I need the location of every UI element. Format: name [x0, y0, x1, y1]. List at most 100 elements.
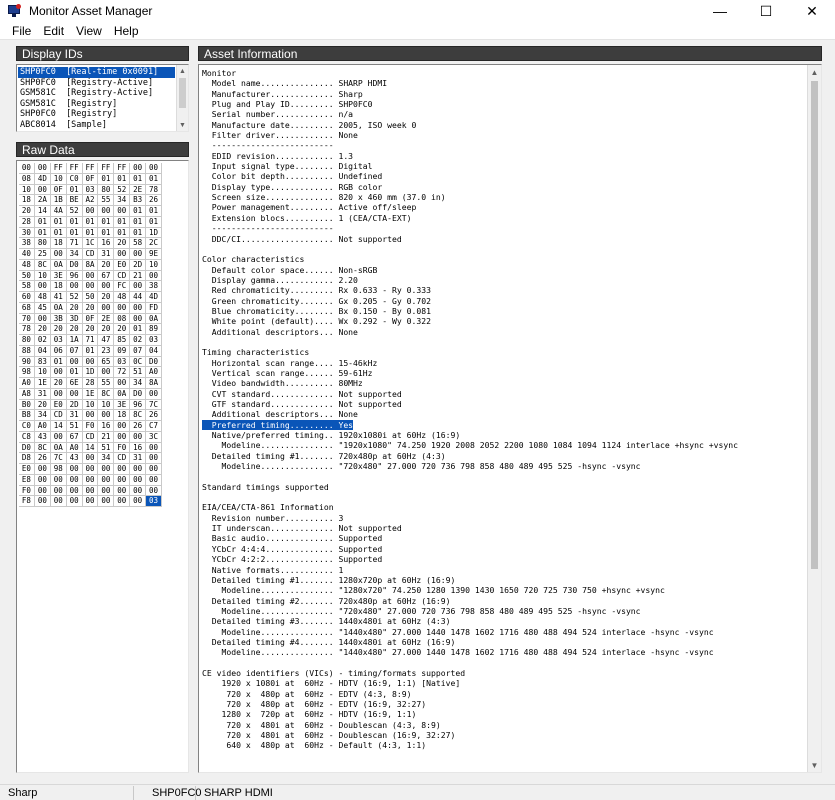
raw-data-byte[interactable]: 00 — [98, 464, 115, 475]
raw-data-byte[interactable]: 08 — [114, 313, 131, 325]
raw-data-byte[interactable]: A0 — [34, 421, 51, 432]
raw-data-byte[interactable]: 00 — [66, 464, 83, 475]
raw-data-byte[interactable]: A0 — [146, 367, 163, 378]
raw-data-byte[interactable]: 00 — [50, 249, 67, 260]
raw-data-byte[interactable]: 20 — [98, 292, 115, 303]
raw-data-byte[interactable]: 01 — [130, 206, 147, 217]
raw-data-byte[interactable]: CD — [50, 410, 67, 421]
raw-data-byte[interactable]: FC — [114, 281, 131, 292]
raw-data-byte[interactable]: 01 — [50, 216, 67, 228]
raw-data-byte[interactable]: 01 — [34, 227, 51, 239]
raw-data-byte[interactable]: 00 — [114, 206, 131, 217]
raw-data-byte[interactable]: 96 — [130, 399, 147, 411]
raw-data-byte[interactable]: 34 — [66, 249, 83, 260]
raw-data-byte[interactable]: 71 — [82, 335, 99, 346]
raw-data-byte[interactable]: 96 — [66, 270, 83, 282]
raw-data-byte[interactable]: 01 — [66, 367, 83, 378]
raw-data-byte[interactable]: F0 — [82, 421, 99, 432]
raw-data-byte[interactable]: 80 — [34, 238, 51, 249]
raw-data-offset[interactable]: 38 — [19, 238, 35, 249]
raw-data-byte[interactable]: 00 — [50, 388, 67, 400]
raw-data-byte[interactable]: 1D — [146, 227, 163, 239]
raw-data-byte[interactable]: 01 — [82, 345, 99, 357]
raw-data-byte[interactable]: D0 — [130, 388, 147, 400]
raw-data-offset[interactable]: 00 — [19, 163, 35, 174]
raw-data-byte[interactable]: 10 — [34, 367, 51, 378]
raw-data-byte[interactable]: 00 — [130, 281, 147, 292]
raw-data-byte[interactable]: 1A — [66, 335, 83, 346]
raw-data-byte[interactable]: FF — [50, 163, 67, 174]
raw-data-byte[interactable]: 44 — [130, 292, 147, 303]
raw-data-offset[interactable]: 90 — [19, 356, 35, 368]
raw-data-byte[interactable]: FD — [146, 302, 163, 314]
raw-data-byte[interactable]: 00 — [130, 496, 147, 507]
raw-data-byte[interactable]: 00 — [98, 410, 115, 421]
raw-data-byte[interactable]: A0 — [66, 442, 83, 454]
raw-data-byte[interactable]: 10 — [82, 399, 99, 411]
raw-data-byte[interactable]: 6E — [66, 378, 83, 389]
raw-data-byte[interactable]: FF — [82, 163, 99, 174]
raw-data-offset[interactable]: 58 — [19, 281, 35, 292]
raw-data-byte[interactable]: 9E — [146, 249, 163, 260]
raw-data-byte[interactable]: D0 — [146, 356, 163, 368]
raw-data-byte[interactable]: 1E — [82, 388, 99, 400]
raw-data-byte[interactable]: 00 — [130, 431, 147, 443]
raw-data-byte[interactable]: 00 — [114, 302, 131, 314]
raw-data-byte[interactable]: 00 — [50, 496, 67, 507]
raw-data-byte[interactable]: C0 — [66, 173, 83, 185]
raw-data-offset[interactable]: A0 — [19, 378, 35, 389]
raw-data-byte[interactable]: 48 — [34, 292, 51, 303]
raw-data-byte[interactable]: 21 — [130, 270, 147, 282]
raw-data-byte[interactable]: 2D — [66, 399, 83, 411]
raw-data-byte[interactable]: 2D — [130, 259, 147, 271]
asset-info-text[interactable]: Monitor Model name............... SHARP … — [202, 68, 807, 770]
raw-data-byte[interactable]: 00 — [50, 485, 67, 497]
raw-data-byte[interactable]: 3E — [50, 270, 67, 282]
raw-data-byte[interactable]: 01 — [114, 216, 131, 228]
raw-data-byte[interactable]: 31 — [130, 453, 147, 464]
raw-data-byte[interactable]: 20 — [114, 238, 131, 249]
raw-data-byte[interactable]: 01 — [114, 227, 131, 239]
raw-data-byte[interactable]: 00 — [114, 485, 131, 497]
raw-data-byte[interactable]: 20 — [66, 324, 83, 335]
raw-data-offset[interactable]: 70 — [19, 313, 35, 325]
raw-data-byte[interactable]: 00 — [146, 453, 163, 464]
raw-data-byte[interactable]: BE — [66, 195, 83, 206]
raw-data-byte[interactable]: 00 — [66, 281, 83, 292]
scroll-down-icon[interactable]: ▼ — [177, 119, 188, 131]
raw-data-byte[interactable]: 00 — [114, 464, 131, 475]
raw-data-byte[interactable]: E0 — [114, 259, 131, 271]
raw-data-byte[interactable]: 03 — [146, 335, 163, 346]
raw-data-byte[interactable]: 00 — [66, 356, 83, 368]
raw-data-byte[interactable]: 51 — [66, 421, 83, 432]
raw-data-byte[interactable]: FF — [98, 163, 115, 174]
raw-data-byte[interactable]: 14 — [34, 206, 51, 217]
raw-data-byte[interactable]: 00 — [66, 496, 83, 507]
asset-info-scrollbar[interactable]: ▲ ▼ — [807, 65, 821, 772]
raw-data-offset[interactable]: 88 — [19, 345, 35, 357]
raw-data-byte[interactable]: 07 — [66, 345, 83, 357]
raw-data-byte[interactable]: 04 — [146, 345, 163, 357]
raw-data-byte[interactable]: 01 — [34, 216, 51, 228]
raw-data-byte[interactable]: 52 — [66, 206, 83, 217]
raw-data-byte[interactable]: CD — [114, 270, 131, 282]
raw-data-byte[interactable]: 20 — [50, 378, 67, 389]
raw-data-byte[interactable]: 01 — [146, 173, 163, 185]
scroll-thumb[interactable] — [811, 81, 818, 569]
raw-data-byte[interactable]: 2E — [98, 313, 115, 325]
raw-data-offset[interactable]: 60 — [19, 292, 35, 303]
raw-data-byte[interactable]: 20 — [66, 302, 83, 314]
raw-data-byte[interactable]: 18 — [114, 410, 131, 421]
raw-data-offset[interactable]: 30 — [19, 227, 35, 239]
raw-data-byte[interactable]: 00 — [146, 163, 163, 174]
display-id-item[interactable]: SHP0FC0 [Registry] — [18, 109, 175, 120]
raw-data-byte[interactable]: 8C — [98, 388, 115, 400]
raw-data-offset[interactable]: D0 — [19, 442, 35, 454]
raw-data-byte[interactable]: 00 — [82, 453, 99, 464]
display-id-item[interactable]: GSM581C [Registry-Active] — [18, 88, 175, 99]
raw-data-byte[interactable]: 58 — [130, 238, 147, 249]
raw-data-byte[interactable]: 00 — [34, 184, 51, 196]
raw-data-byte[interactable]: 00 — [34, 163, 51, 174]
raw-data-byte[interactable]: 20 — [98, 259, 115, 271]
display-id-item[interactable]: SHP0FC0 [Registry-Active] — [18, 78, 175, 89]
